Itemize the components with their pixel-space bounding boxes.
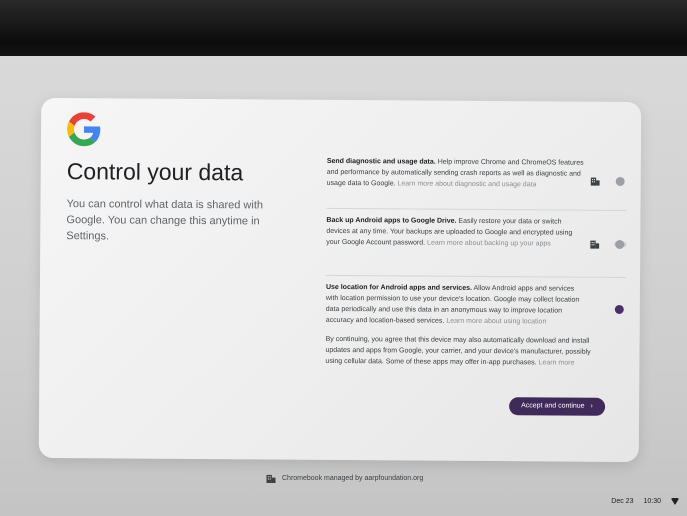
managed-enterprise-icon xyxy=(590,177,600,186)
option-heading: Use location for Android apps and servic… xyxy=(325,283,472,292)
consent-learn-more-link[interactable]: Learn more xyxy=(539,359,575,366)
managed-enterprise-icon xyxy=(590,240,600,249)
data-options-list: Send diagnostic and usage data. Help imp… xyxy=(325,156,627,369)
control-your-data-dialog: Control your data You can control what d… xyxy=(38,97,642,463)
button-label: Accept and continue xyxy=(521,402,585,410)
wifi-icon xyxy=(671,498,679,505)
backup-apps-toggle[interactable] xyxy=(612,239,627,249)
location-toggle[interactable] xyxy=(612,304,626,314)
option-controls xyxy=(590,239,627,251)
option-controls xyxy=(590,304,626,316)
learn-more-backup-link[interactable]: Learn more about backing up your apps xyxy=(427,240,551,248)
option-backup-apps: Back up Android apps to Google Drive. Ea… xyxy=(326,215,627,277)
page-title: Control your data xyxy=(66,158,244,186)
oobe-screen: Control your data You can control what d… xyxy=(0,56,687,516)
diagnostic-data-toggle[interactable] xyxy=(613,176,627,186)
screen-bezel xyxy=(0,0,687,62)
managed-enterprise-icon xyxy=(266,474,276,483)
consent-text: By continuing, you agree that this devic… xyxy=(325,334,625,369)
status-area[interactable]: Dec 23 10:30 xyxy=(611,498,679,505)
option-controls xyxy=(590,176,627,188)
learn-more-location-link[interactable]: Learn more about using location xyxy=(446,318,546,326)
toggle-knob xyxy=(615,176,625,186)
accept-and-continue-button[interactable]: Accept and continue › xyxy=(509,397,605,416)
option-diagnostic-data: Send diagnostic and usage data. Help imp… xyxy=(327,156,627,210)
option-heading: Back up Android apps to Google Drive. xyxy=(326,216,457,225)
shelf-time: 10:30 xyxy=(643,498,661,505)
option-location: Use location for Android apps and servic… xyxy=(326,282,626,336)
google-logo-icon xyxy=(67,112,101,147)
managed-footer: Chromebook managed by aarpfoundation.org xyxy=(266,474,423,483)
chevron-right-icon: › xyxy=(590,402,593,410)
toggle-knob xyxy=(615,239,625,249)
toggle-knob xyxy=(614,304,624,314)
learn-more-diagnostic-link[interactable]: Learn more about diagnostic and usage da… xyxy=(397,180,536,188)
managed-by-text: Chromebook managed by aarpfoundation.org xyxy=(282,475,424,482)
page-subtitle: You can control what data is shared with… xyxy=(66,198,264,243)
option-heading: Send diagnostic and usage data. xyxy=(326,157,436,166)
shelf-date: Dec 23 xyxy=(611,498,634,505)
